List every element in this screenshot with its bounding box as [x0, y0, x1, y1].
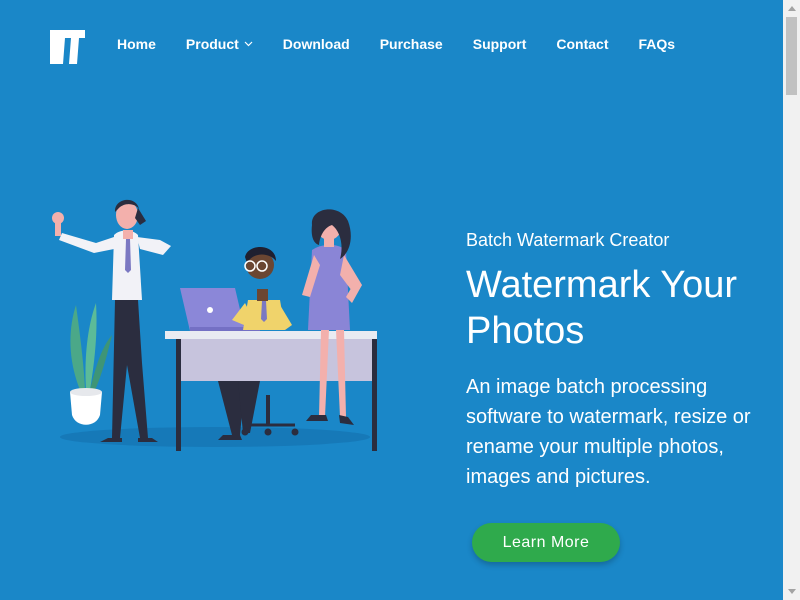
plant-illustration [70, 303, 112, 425]
main-nav: Home Product Download Purchase Support C… [117, 34, 675, 54]
nav-support[interactable]: Support [473, 36, 527, 52]
standing-man-illustration [52, 199, 171, 442]
nav-download-label: Download [282, 36, 350, 52]
standing-woman-illustration [302, 209, 362, 425]
scroll-up-arrow-icon[interactable] [783, 0, 800, 17]
chevron-down-icon [244, 41, 253, 47]
page: Home Product Download Purchase Support C… [0, 0, 800, 600]
nav-download[interactable]: Download [283, 36, 350, 52]
nav-contact-label: Contact [556, 36, 609, 52]
nav-purchase-label: Purchase [379, 36, 443, 52]
nav-support-label: Support [472, 36, 527, 52]
nav-faqs-label: FAQs [638, 36, 676, 52]
office-team-illustration [52, 199, 377, 451]
nav-home-label: Home [117, 36, 156, 52]
nav-contact[interactable]: Contact [556, 36, 608, 52]
nav-purchase[interactable]: Purchase [380, 36, 443, 52]
page-scrollbar[interactable] [783, 0, 800, 600]
nav-product-label: Product [185, 36, 239, 52]
learn-more-button[interactable]: Learn More [472, 523, 620, 562]
hero-subtitle: Batch Watermark Creator [466, 230, 670, 250]
hero-title: Watermark Your Photos [466, 264, 738, 352]
nav-product[interactable]: Product [186, 36, 253, 52]
scroll-thumb[interactable] [786, 17, 797, 95]
tt-logo-icon[interactable] [50, 30, 85, 64]
floor-shadow [60, 427, 370, 447]
scroll-down-arrow-icon[interactable] [783, 583, 800, 600]
nav-home[interactable]: Home [117, 36, 156, 52]
hero-description: An image batch processing software to wa… [466, 376, 751, 488]
nav-faqs[interactable]: FAQs [639, 36, 676, 52]
